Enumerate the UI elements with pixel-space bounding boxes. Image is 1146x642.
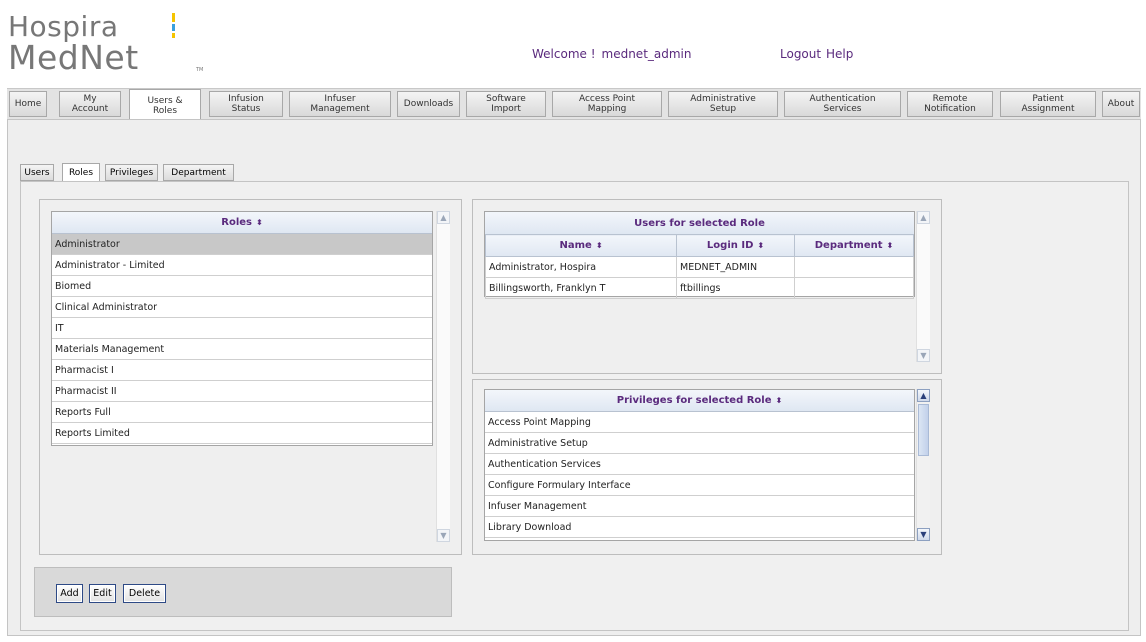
nav-tab-remote-notification[interactable]: Remote Notification (907, 91, 993, 117)
nav-tab-infusion-status[interactable]: Infusion Status (209, 91, 283, 117)
user-name-cell: Billingsworth, Franklyn T (485, 277, 677, 299)
nav-tab-software-import[interactable]: Software Import (466, 91, 546, 117)
scroll-up-icon[interactable]: ▲ (917, 211, 930, 224)
user-name-cell: Administrator, Hospira (485, 256, 677, 278)
scroll-down-icon[interactable]: ▼ (437, 529, 450, 542)
privileges-for-role-group: Privileges for selected Role ⬍ Access Poi… (472, 379, 942, 555)
nav-tab-authentication-services[interactable]: Authentication Services (784, 91, 901, 117)
privilege-row[interactable]: Infuser Management (485, 496, 914, 517)
users-for-role-group: Users for selected Role Name ⬍ Login ID ⬍ … (472, 199, 942, 374)
privilege-row[interactable]: Access Point Mapping (485, 412, 914, 433)
column-header-name[interactable]: Name ⬍ (485, 234, 677, 257)
users-table: Name ⬍ Login ID ⬍ Department ⬍ Administrato… (485, 234, 914, 299)
roles-scrollbar[interactable]: ▲ ▼ (436, 211, 450, 542)
roles-form-area: Roles ⬍ Administrator Administrator - Lim… (20, 181, 1129, 631)
privileges-column-header[interactable]: Privileges for selected Role ⬍ (485, 390, 914, 412)
scroll-down-icon[interactable]: ▼ (917, 528, 930, 541)
add-button[interactable]: Add (56, 584, 83, 603)
subtab-roles[interactable]: Roles (62, 163, 100, 182)
roles-column-header[interactable]: Roles ⬍ (52, 212, 432, 234)
users-for-role-grid: Users for selected Role Name ⬍ Login ID ⬍ … (484, 211, 915, 299)
sort-arrows-icon: ⬍ (886, 241, 894, 250)
logo-text-mednet: MedNet (8, 38, 139, 77)
user-department-cell (794, 277, 914, 299)
role-row[interactable]: Clinical Administrator (52, 297, 432, 318)
scroll-down-icon[interactable]: ▼ (917, 349, 930, 362)
role-row[interactable]: Administrator - Limited (52, 255, 432, 276)
users-for-role-title: Users for selected Role (485, 212, 914, 234)
column-header-department[interactable]: Department ⬍ (794, 234, 914, 257)
nav-tab-access-point-mapping[interactable]: Access Point Mapping (552, 91, 662, 117)
role-row[interactable]: Reports Full (52, 402, 432, 423)
logout-link[interactable]: Logout (780, 47, 821, 61)
table-row[interactable]: Billingsworth, Franklyn T ftbillings (485, 277, 914, 299)
main-nav-bar: Home My Account Users & Roles Infusion Stat… (7, 88, 1141, 121)
action-button-bar: Add Edit Delete (34, 567, 452, 617)
content-panel: Users Roles Privileges Department Roles ⬍… (7, 119, 1141, 636)
welcome-label: Welcome ! (532, 47, 596, 61)
privilege-row[interactable]: Configure Formulary Interface (485, 475, 914, 496)
current-username: mednet_admin (601, 47, 692, 61)
help-link[interactable]: Help (826, 47, 853, 61)
sort-arrows-icon: ⬍ (757, 241, 765, 250)
welcome-message: Welcome ! mednet_admin (532, 47, 692, 61)
sort-arrows-icon: ⬍ (775, 396, 783, 405)
role-row[interactable]: Administrator (52, 234, 432, 255)
scrollbar-thumb[interactable] (918, 404, 929, 456)
user-department-cell (794, 256, 914, 278)
roles-group: Roles ⬍ Administrator Administrator - Lim… (39, 199, 462, 555)
subtab-privileges[interactable]: Privileges (105, 164, 158, 181)
privileges-scrollbar[interactable]: ▲ ▼ (916, 389, 930, 541)
subtab-department[interactable]: Department (163, 164, 234, 181)
role-row[interactable]: IT (52, 318, 432, 339)
privilege-row[interactable]: Administrative Setup (485, 433, 914, 454)
nav-tab-home[interactable]: Home (9, 91, 47, 117)
logo-accent-bar (172, 13, 175, 22)
nav-tab-patient-assignment[interactable]: Patient Assignment (1000, 91, 1096, 117)
nav-tab-infuser-management[interactable]: Infuser Management (289, 91, 391, 117)
privilege-row[interactable]: Authentication Services (485, 454, 914, 475)
column-header-login-id[interactable]: Login ID ⬍ (676, 234, 795, 257)
role-row[interactable]: Materials Management (52, 339, 432, 360)
role-row[interactable]: Reports Limited (52, 423, 432, 444)
roles-grid: Roles ⬍ Administrator Administrator - Lim… (51, 211, 433, 446)
sort-arrows-icon: ⬍ (595, 241, 603, 250)
nav-tab-my-account[interactable]: My Account (59, 91, 121, 117)
hospira-mednet-logo: Hospira MedNet TM (8, 10, 228, 77)
privileges-grid: Privileges for selected Role ⬍ Access Poi… (484, 389, 915, 541)
user-login-cell: MEDNET_ADMIN (676, 256, 795, 278)
logo-accent-bar (172, 33, 175, 38)
delete-button[interactable]: Delete (123, 584, 166, 603)
logo-accent-bar (172, 24, 175, 31)
role-row[interactable]: Pharmacist I (52, 360, 432, 381)
role-row[interactable]: Pharmacist II (52, 381, 432, 402)
nav-tab-users-roles[interactable]: Users & Roles (129, 89, 201, 121)
sort-arrows-icon: ⬍ (256, 218, 263, 227)
table-row[interactable]: Administrator, Hospira MEDNET_ADMIN (485, 256, 914, 278)
nav-tab-administrative-setup[interactable]: Administrative Setup (668, 91, 778, 117)
nav-tab-downloads[interactable]: Downloads (397, 91, 460, 117)
subtab-users[interactable]: Users (20, 164, 54, 181)
scroll-up-icon[interactable]: ▲ (917, 389, 930, 402)
nav-tab-about[interactable]: About (1102, 91, 1140, 117)
role-row[interactable]: Biomed (52, 276, 432, 297)
scroll-up-icon[interactable]: ▲ (437, 211, 450, 224)
users-scrollbar[interactable]: ▲ ▼ (916, 211, 930, 362)
user-login-cell: ftbillings (676, 277, 795, 299)
edit-button[interactable]: Edit (89, 584, 116, 603)
logo-trademark: TM (196, 67, 204, 73)
privilege-row[interactable]: Library Download (485, 517, 914, 538)
